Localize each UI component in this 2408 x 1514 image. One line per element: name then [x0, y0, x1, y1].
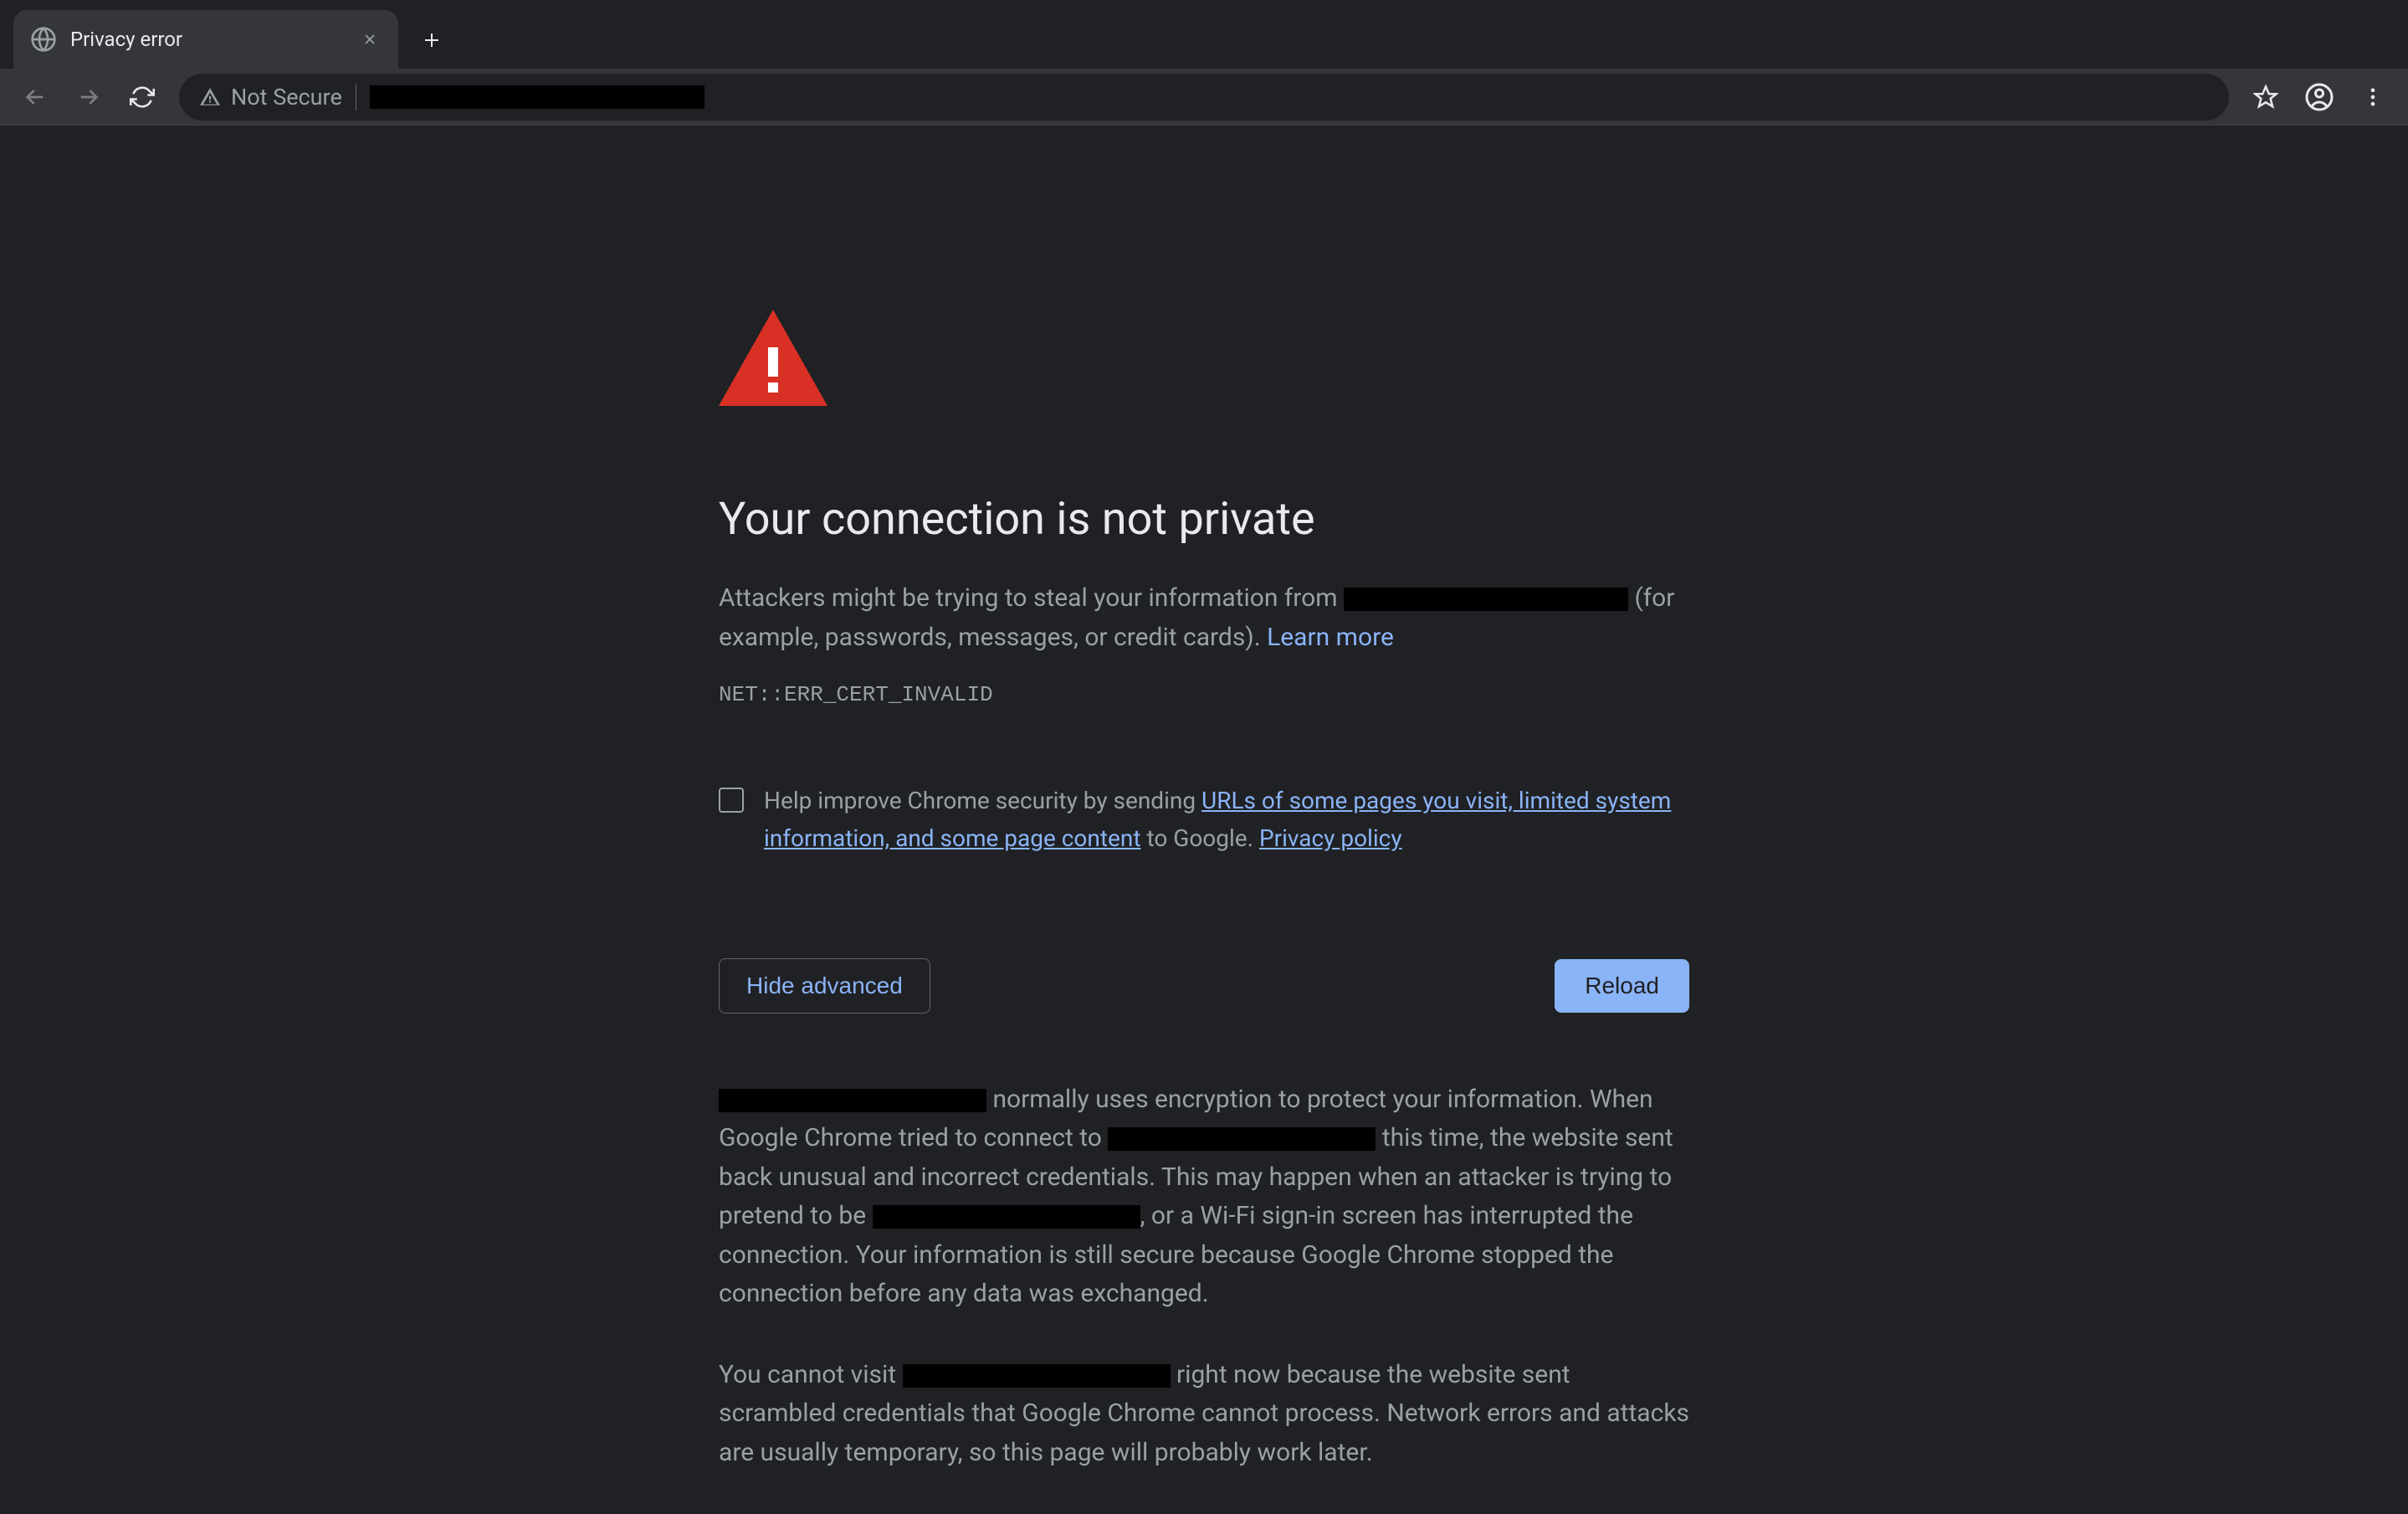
redacted-domain — [719, 1089, 986, 1112]
redacted-domain — [1344, 588, 1628, 611]
warning-triangle-icon — [199, 86, 221, 108]
redacted-domain — [873, 1205, 1140, 1229]
error-interstitial: Your connection is not private Attackers… — [719, 310, 1689, 1514]
redacted-domain — [903, 1364, 1171, 1388]
new-tab-button[interactable] — [408, 17, 455, 64]
error-heading: Your connection is not private — [719, 493, 1689, 546]
page-content: Your connection is not private Attackers… — [0, 126, 2408, 1514]
url-text — [370, 85, 704, 109]
warning-icon — [719, 310, 1689, 409]
address-bar[interactable]: Not Secure — [179, 74, 2229, 121]
toolbar: Not Secure — [0, 69, 2408, 126]
close-icon[interactable] — [358, 28, 382, 51]
advanced-details: normally uses encryption to protect your… — [719, 1080, 1689, 1473]
tab-title: Privacy error — [70, 28, 345, 51]
browser-tab[interactable]: Privacy error — [13, 10, 398, 69]
security-indicator[interactable]: Not Secure — [199, 84, 356, 110]
button-row: Hide advanced Reload — [719, 958, 1689, 1014]
privacy-policy-link[interactable]: Privacy policy — [1259, 824, 1402, 852]
opt-in-text: Help improve Chrome security by sending … — [764, 783, 1689, 858]
reload-page-button[interactable]: Reload — [1555, 959, 1689, 1013]
hide-advanced-button[interactable]: Hide advanced — [719, 958, 930, 1014]
back-button[interactable] — [12, 74, 59, 121]
learn-more-link[interactable]: Learn more — [1267, 623, 1394, 652]
profile-button[interactable] — [2296, 74, 2343, 121]
tab-strip: Privacy error — [0, 0, 2408, 69]
reload-button[interactable] — [119, 74, 166, 121]
menu-button[interactable] — [2349, 74, 2396, 121]
opt-in-row: Help improve Chrome security by sending … — [719, 783, 1689, 858]
redacted-domain — [1108, 1127, 1376, 1151]
security-label: Not Secure — [231, 84, 342, 110]
error-description: Attackers might be trying to steal your … — [719, 579, 1689, 657]
bookmark-button[interactable] — [2242, 74, 2289, 121]
forward-button[interactable] — [65, 74, 112, 121]
globe-icon — [30, 26, 57, 53]
error-code: NET::ERR_CERT_INVALID — [719, 682, 1689, 707]
opt-in-checkbox[interactable] — [719, 788, 744, 813]
